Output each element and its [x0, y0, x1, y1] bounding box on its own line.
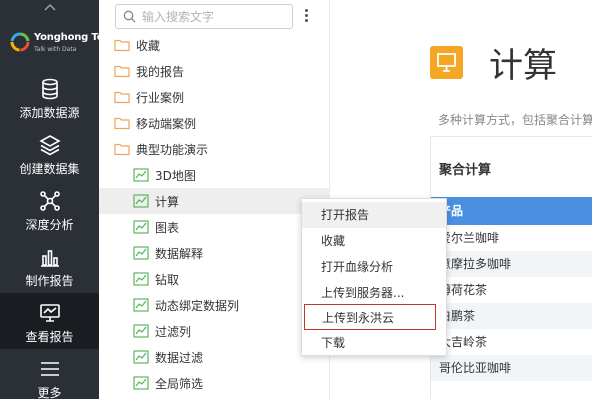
tree-label: 典型功能演示 — [136, 142, 209, 157]
page-title: 计算 — [489, 46, 557, 86]
report-chart-icon — [133, 298, 149, 312]
tree-label: 数据解释 — [155, 246, 204, 261]
logo-tagline: Talk with Data — [34, 46, 77, 53]
search-input[interactable] — [142, 8, 287, 26]
tree-report[interactable]: 动态绑定数据列 — [99, 292, 330, 318]
tree-label: 收藏 — [136, 38, 161, 53]
tree-label: 钻取 — [155, 272, 180, 287]
search-icon — [123, 10, 136, 23]
tree-label: 图表 — [155, 220, 180, 235]
report-chart-icon — [133, 168, 149, 182]
tree-report[interactable]: 数据解释 — [99, 240, 330, 266]
bar-chart-icon — [40, 250, 59, 267]
aggregate-panel: 聚合计算 产品 爱尔兰咖啡意摩拉多咖啡薄荷花茶白鹏茶大吉岭茶哥伦比亚咖啡 — [430, 136, 592, 399]
nav-label: 创建数据集 — [19, 162, 80, 176]
tree-label: 数据过滤 — [155, 350, 204, 365]
table-row: 意摩拉多咖啡 — [431, 251, 592, 277]
nav-make-report[interactable]: 制作报告 — [0, 237, 99, 293]
report-tree-panel: 收藏我的报告行业案例移动端案例典型功能演示 3D地图计算图表数据解释钻取动态绑定数… — [99, 0, 330, 399]
tree-label: 全局筛选 — [155, 376, 204, 391]
nav-label: 制作报告 — [25, 274, 74, 288]
tree-report[interactable]: 图表 — [99, 214, 330, 240]
scroll-up-icon[interactable] — [0, 0, 99, 14]
tree-report[interactable]: 数据过滤 — [99, 344, 330, 370]
menu-lineage-analysis[interactable]: 打开血缘分析 — [302, 254, 446, 280]
report-chart-icon — [133, 272, 149, 286]
tree-label: 计算 — [155, 194, 180, 209]
nav-label: 添加数据源 — [19, 106, 80, 120]
panel-title: 聚合计算 — [439, 163, 492, 178]
report-chart-icon — [133, 246, 149, 260]
table-row: 爱尔兰咖啡 — [439, 231, 500, 245]
tree-label: 动态绑定数据列 — [155, 298, 240, 313]
table-row: 哥伦比亚咖啡 — [431, 355, 592, 381]
tree-report[interactable]: 过滤列 — [99, 318, 330, 344]
nav-more[interactable]: 更多 — [0, 349, 99, 399]
layers-icon — [38, 135, 61, 156]
tree-folder[interactable]: 典型功能演示 — [99, 136, 330, 162]
nav-add-datasource[interactable]: 添加数据源 — [0, 69, 99, 125]
folder-icon — [114, 65, 130, 78]
search-box[interactable] — [115, 4, 293, 29]
nav-label: 查看报告 — [25, 330, 74, 344]
report-chart-icon — [133, 376, 149, 390]
table-header: 产品 — [431, 197, 592, 225]
tree-label: 3D地图 — [155, 168, 196, 183]
more-options-icon[interactable] — [304, 9, 310, 25]
tree-label: 过滤列 — [155, 324, 192, 339]
monitor-icon — [430, 46, 463, 79]
nav-view-report[interactable]: 查看报告 — [0, 293, 99, 349]
tree-report[interactable]: 3D地图 — [99, 162, 330, 188]
nav-deep-analysis[interactable]: 深度分析 — [0, 181, 99, 237]
left-nav: Yonghong Tech Talk with Data 添加数据源 创建数据集… — [0, 0, 116, 399]
menu-upload-yonghong-cloud[interactable]: 上传到永洪云 — [304, 304, 436, 330]
tree-label: 我的报告 — [136, 64, 185, 79]
nav-label: 更多 — [37, 386, 62, 399]
menu-open-report[interactable]: 打开报告 — [302, 202, 446, 228]
table-row: 大吉岭茶 — [439, 335, 488, 349]
report-chart-icon — [133, 324, 149, 338]
tree-label: 行业案例 — [136, 90, 185, 105]
menu-upload-server[interactable]: 上传到服务器... — [302, 280, 446, 306]
menu-icon — [40, 362, 59, 376]
report-chart-icon — [133, 350, 149, 364]
report-chart-icon — [133, 220, 149, 234]
folder-icon — [114, 91, 130, 104]
tree-folder[interactable]: 行业案例 — [99, 84, 330, 110]
page-description: 多种计算方式，包括聚合计算 — [438, 113, 592, 127]
tree-folder[interactable]: 我的报告 — [99, 58, 330, 84]
folder-icon — [114, 143, 130, 156]
report-chart-icon — [133, 194, 149, 208]
network-icon — [39, 191, 60, 211]
folder-icon — [114, 117, 130, 130]
tree-report[interactable]: 钻取 — [99, 266, 330, 292]
folder-icon — [114, 39, 130, 52]
tree-label: 移动端案例 — [136, 116, 197, 131]
logo-mark-icon — [10, 32, 30, 52]
nav-create-dataset[interactable]: 创建数据集 — [0, 125, 99, 181]
table-row: 薄荷花茶 — [439, 283, 488, 297]
monitor-icon — [39, 304, 60, 322]
menu-favorite[interactable]: 收藏 — [302, 228, 446, 254]
table-row: 白鹏茶 — [431, 303, 592, 329]
tree-report[interactable]: 计算 — [99, 188, 330, 214]
tree-folder[interactable]: 收藏 — [99, 32, 330, 58]
nav-label: 深度分析 — [25, 218, 74, 232]
context-menu: 打开报告 收藏 打开血缘分析 上传到服务器... 上传到永洪云 下载 — [301, 198, 447, 356]
tree-report[interactable]: 全局筛选 — [99, 370, 330, 396]
logo: Yonghong Tech Talk with Data — [6, 22, 116, 62]
tree-folder[interactable]: 移动端案例 — [99, 110, 330, 136]
menu-download[interactable]: 下载 — [302, 330, 446, 356]
database-icon — [41, 78, 58, 100]
